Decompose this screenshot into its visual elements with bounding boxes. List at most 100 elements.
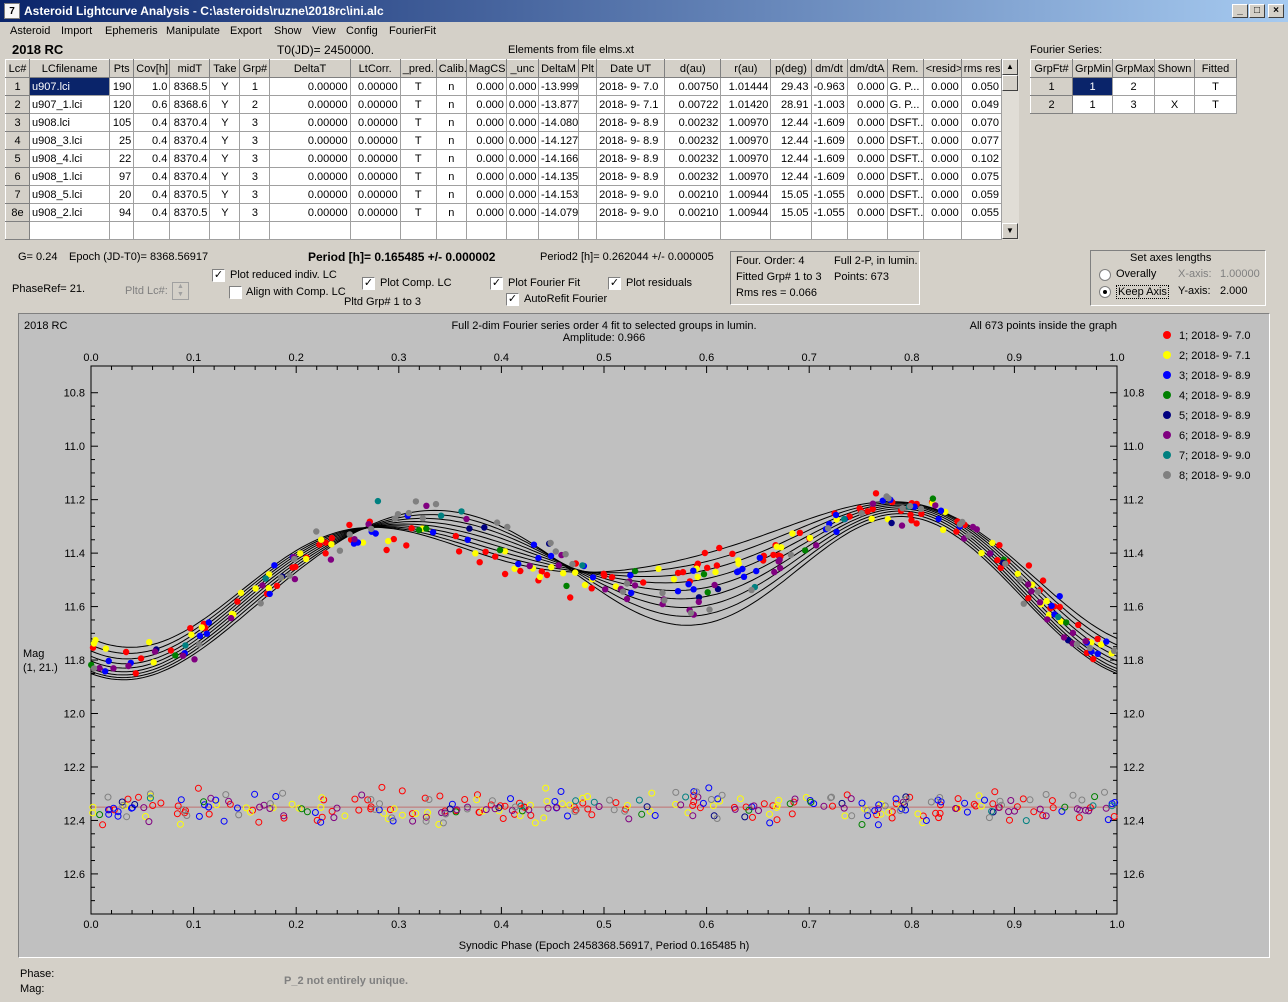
table-cell[interactable]: 15.05	[770, 203, 812, 222]
table-cell[interactable]: T	[399, 131, 437, 150]
table-cell[interactable]	[269, 221, 351, 240]
table-cell[interactable]: 3	[239, 113, 271, 132]
table-cell[interactable]: u908_3.lci	[29, 131, 111, 150]
close-button[interactable]: ×	[1268, 4, 1284, 18]
plot-fourier-checkbox[interactable]: ✓	[490, 277, 503, 290]
table-cell[interactable]: 29.43	[770, 77, 812, 96]
column-header[interactable]: Cov[h]	[133, 59, 171, 78]
pltd-lc-spinner[interactable]: ▲ ▼	[172, 282, 189, 300]
table-cell[interactable]: 1.00944	[720, 185, 772, 204]
table-cell[interactable]: 0.000	[922, 113, 962, 132]
table-cell[interactable]	[537, 221, 580, 240]
fourier-row-header[interactable]: 1	[1030, 77, 1073, 96]
table-cell[interactable]	[109, 221, 135, 240]
table-cell[interactable]: 0.00000	[349, 149, 401, 168]
row-header[interactable]: 2	[4, 95, 31, 114]
table-cell[interactable]: 0.00210	[664, 185, 722, 204]
table-row[interactable]: 5 u908_4.lci 22 0.4 8370.4 Y 3 0.00000 0.00000 Tn…	[4, 149, 1003, 168]
table-cell[interactable]: 0.00000	[349, 203, 401, 222]
table-cell[interactable]	[465, 221, 507, 240]
row-header[interactable]: 7	[4, 185, 31, 204]
table-cell[interactable]: -1.609	[810, 167, 848, 186]
fourier-cell[interactable]: 1	[1072, 77, 1113, 96]
fourier-column-header[interactable]: GrpMax	[1112, 59, 1155, 78]
row-header[interactable]: 3	[4, 113, 31, 132]
plot-reduced-checkbox[interactable]: ✓	[212, 269, 225, 282]
table-cell[interactable]: Y	[209, 167, 241, 186]
table-cell[interactable]: 2018- 9- 8.9	[596, 113, 666, 132]
table-cell[interactable]: n	[435, 167, 467, 186]
table-row[interactable]: 2 u907_1.lci 120 0.6 8368.6 Y 2 0.00000 0.00000 T…	[4, 95, 1003, 114]
table-cell[interactable]: G. P...	[886, 95, 924, 114]
table-cell[interactable]: Y	[209, 95, 241, 114]
table-cell[interactable]: 1.00970	[720, 113, 772, 132]
table-cell[interactable]: 0.000	[505, 203, 539, 222]
table-cell[interactable]	[133, 221, 171, 240]
table-cell[interactable]: Y	[209, 203, 241, 222]
table-cell[interactable]	[399, 221, 437, 240]
column-header[interactable]: Pts	[109, 59, 135, 78]
table-cell[interactable]: n	[435, 203, 467, 222]
table-cell[interactable]: 3	[239, 149, 271, 168]
table-cell[interactable]: 2018- 9- 8.9	[596, 149, 666, 168]
column-header[interactable]: Lc#	[4, 59, 31, 78]
table-cell[interactable]: 120	[109, 95, 135, 114]
table-cell[interactable]	[578, 185, 598, 204]
fourier-cell[interactable]	[1154, 77, 1195, 96]
fourier-column-header[interactable]: GrpMin	[1072, 59, 1113, 78]
table-cell[interactable]: 0.00000	[349, 95, 401, 114]
table-cell[interactable]	[770, 221, 812, 240]
table-cell[interactable]: 1.00970	[720, 167, 772, 186]
table-cell[interactable]: 0.000	[505, 149, 539, 168]
table-cell[interactable]	[578, 131, 598, 150]
table-cell[interactable]: 0.059	[960, 185, 1003, 204]
maximize-button[interactable]: □	[1249, 4, 1265, 18]
table-cell[interactable]: 0.000	[922, 149, 962, 168]
table-cell[interactable]: 1.00970	[720, 149, 772, 168]
table-cell[interactable]: 0.000	[922, 131, 962, 150]
table-cell[interactable]: 2	[239, 95, 271, 114]
table-cell[interactable]: 0.000	[922, 185, 962, 204]
table-cell[interactable]	[29, 221, 111, 240]
table-cell[interactable]: 3	[239, 185, 271, 204]
table-cell[interactable]: -14.079	[537, 203, 580, 222]
table-cell[interactable]: u908_4.lci	[29, 149, 111, 168]
table-cell[interactable]	[209, 221, 241, 240]
column-header[interactable]: p(deg)	[770, 59, 812, 78]
table-cell[interactable]: -14.127	[537, 131, 580, 150]
table-cell[interactable]: -13.877	[537, 95, 580, 114]
table-cell[interactable]	[169, 221, 211, 240]
table-cell[interactable]: u907.lci	[29, 77, 111, 96]
table-cell[interactable]: 0.000	[465, 113, 507, 132]
table-row[interactable]: 6 u908_1.lci 97 0.4 8370.4 Y 3 0.00000 0.00000 Tn…	[4, 167, 1003, 186]
menu-ephemeris[interactable]: Ephemeris	[105, 25, 158, 37]
fourier-row[interactable]: 112T	[1030, 77, 1237, 96]
column-header[interactable]: <resid>	[922, 59, 962, 78]
table-cell[interactable]: 1.00944	[720, 203, 772, 222]
table-cell[interactable]: -1.055	[810, 203, 848, 222]
table-cell[interactable]	[505, 221, 539, 240]
table-cell[interactable]: 0.000	[465, 131, 507, 150]
fourier-cell[interactable]: T	[1194, 77, 1237, 96]
table-cell[interactable]: 0.00232	[664, 149, 722, 168]
table-cell[interactable]: 28.91	[770, 95, 812, 114]
table-cell[interactable]: 12.44	[770, 149, 812, 168]
table-cell[interactable]: 8370.4	[169, 167, 211, 186]
table-cell[interactable]: 0.4	[133, 131, 171, 150]
table-cell[interactable]: 0.000	[846, 185, 888, 204]
align-comp-checkbox[interactable]	[229, 286, 242, 299]
table-cell[interactable]: 2018- 9- 9.0	[596, 185, 666, 204]
column-header[interactable]: LtCorr.	[349, 59, 401, 78]
table-cell[interactable]: 0.00000	[269, 95, 351, 114]
menu-show[interactable]: Show	[274, 25, 302, 37]
table-cell[interactable]: u908_1.lci	[29, 167, 111, 186]
table-cell[interactable]: T	[399, 185, 437, 204]
table-cell[interactable]	[664, 221, 722, 240]
row-header[interactable]: 6	[4, 167, 31, 186]
menu-export[interactable]: Export	[230, 25, 262, 37]
table-cell[interactable]: 3	[239, 167, 271, 186]
table-cell[interactable]: 0.000	[465, 149, 507, 168]
column-header[interactable]: Grp#	[239, 59, 271, 78]
x-axis-value[interactable]: 1.00000	[1220, 268, 1260, 280]
table-cell[interactable]: 0.000	[922, 95, 962, 114]
